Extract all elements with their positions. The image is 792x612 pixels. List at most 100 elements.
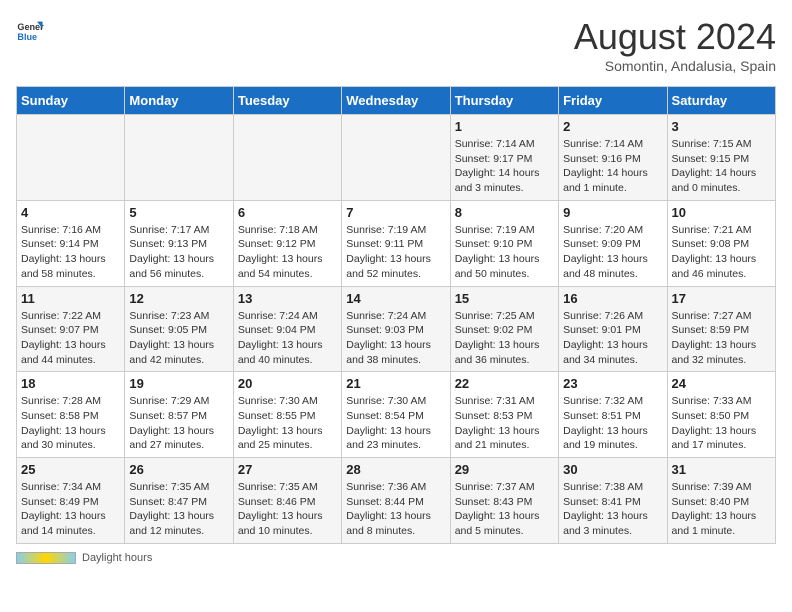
calendar-cell: 1Sunrise: 7:14 AM Sunset: 9:17 PM Daylig… [450, 115, 558, 201]
calendar-cell: 9 Sunrise: 7:20 AM Sunset: 9:09 PM Daylig… [559, 200, 667, 286]
day-info: Sunrise: 7:14 AM Sunset: 9:17 PM Dayligh… [455, 137, 554, 196]
day-number: 30 [563, 462, 662, 477]
day-number: 3 [672, 119, 771, 134]
day-number: 23 [563, 376, 662, 391]
day-info: Sunrise: 7:24 AM Sunset: 9:04 PM Dayligh… [238, 309, 337, 368]
weekday-header: Tuesday [233, 87, 341, 115]
logo-icon: General Blue [16, 16, 44, 44]
day-number: 18 [21, 376, 120, 391]
day-info: Sunrise: 7:24 AM Sunset: 9:03 PM Dayligh… [346, 309, 445, 368]
calendar-cell [342, 115, 450, 201]
calendar-cell: 10 Sunrise: 7:21 AM Sunset: 9:08 PM Dayli… [667, 200, 775, 286]
calendar-cell: 18 Sunrise: 7:28 AM Sunset: 8:58 PM Dayli… [17, 372, 125, 458]
calendar-cell: 3 Sunrise: 7:15 AM Sunset: 9:15 PM Daylig… [667, 115, 775, 201]
calendar-cell: 26 Sunrise: 7:35 AM Sunset: 8:47 PM Dayli… [125, 458, 233, 544]
calendar-cell: 20Sunrise: 7:30 AM Sunset: 8:55 PM Dayli… [233, 372, 341, 458]
calendar-cell: 29Sunrise: 7:37 AM Sunset: 8:43 PM Dayli… [450, 458, 558, 544]
day-number: 25 [21, 462, 120, 477]
calendar-cell: 25 Sunrise: 7:34 AM Sunset: 8:49 PM Dayli… [17, 458, 125, 544]
day-number: 10 [672, 205, 771, 220]
day-info: Sunrise: 7:27 AM Sunset: 8:59 PM Dayligh… [672, 309, 771, 368]
calendar-cell: 22 Sunrise: 7:31 AM Sunset: 8:53 PM Dayli… [450, 372, 558, 458]
calendar-cell: 28 Sunrise: 7:36 AM Sunset: 8:44 PM Dayli… [342, 458, 450, 544]
calendar-cell: 13 Sunrise: 7:24 AM Sunset: 9:04 PM Dayli… [233, 286, 341, 372]
day-number: 8 [455, 205, 554, 220]
calendar-cell: 14 Sunrise: 7:24 AM Sunset: 9:03 PM Dayli… [342, 286, 450, 372]
weekday-header: Sunday [17, 87, 125, 115]
calendar-cell: 23 Sunrise: 7:32 AM Sunset: 8:51 PM Dayli… [559, 372, 667, 458]
day-number: 29 [455, 462, 554, 477]
day-info: Sunrise: 7:39 AM Sunset: 8:40 PM Dayligh… [672, 480, 771, 539]
calendar-cell: 19 Sunrise: 7:29 AM Sunset: 8:57 PM Dayli… [125, 372, 233, 458]
day-number: 14 [346, 291, 445, 306]
day-info: Sunrise: 7:32 AM Sunset: 8:51 PM Dayligh… [563, 394, 662, 453]
calendar-cell: 27 Sunrise: 7:35 AM Sunset: 8:46 PM Dayli… [233, 458, 341, 544]
day-info: Sunrise: 7:15 AM Sunset: 9:15 PM Dayligh… [672, 137, 771, 196]
day-info: Sunrise: 7:33 AM Sunset: 8:50 PM Dayligh… [672, 394, 771, 453]
day-number: 22 [455, 376, 554, 391]
day-number: 9 [563, 205, 662, 220]
calendar-cell: 15 Sunrise: 7:25 AM Sunset: 9:02 PM Dayli… [450, 286, 558, 372]
calendar-cell: 30 Sunrise: 7:38 AM Sunset: 8:41 PM Dayli… [559, 458, 667, 544]
day-info: Sunrise: 7:18 AM Sunset: 9:12 PM Dayligh… [238, 223, 337, 282]
day-number: 17 [672, 291, 771, 306]
day-number: 11 [21, 291, 120, 306]
footer: Daylight hours [16, 552, 776, 564]
daylight-bar [16, 552, 76, 564]
day-info: Sunrise: 7:31 AM Sunset: 8:53 PM Dayligh… [455, 394, 554, 453]
day-info: Sunrise: 7:38 AM Sunset: 8:41 PM Dayligh… [563, 480, 662, 539]
day-info: Sunrise: 7:21 AM Sunset: 9:08 PM Dayligh… [672, 223, 771, 282]
day-info: Sunrise: 7:35 AM Sunset: 8:46 PM Dayligh… [238, 480, 337, 539]
day-info: Sunrise: 7:29 AM Sunset: 8:57 PM Dayligh… [129, 394, 228, 453]
day-info: Sunrise: 7:25 AM Sunset: 9:02 PM Dayligh… [455, 309, 554, 368]
day-number: 5 [129, 205, 228, 220]
day-number: 16 [563, 291, 662, 306]
logo: General Blue [16, 16, 44, 44]
weekday-header: Friday [559, 87, 667, 115]
day-info: Sunrise: 7:35 AM Sunset: 8:47 PM Dayligh… [129, 480, 228, 539]
calendar-cell: 6 Sunrise: 7:18 AM Sunset: 9:12 PM Daylig… [233, 200, 341, 286]
day-info: Sunrise: 7:17 AM Sunset: 9:13 PM Dayligh… [129, 223, 228, 282]
calendar-cell: 17 Sunrise: 7:27 AM Sunset: 8:59 PM Dayli… [667, 286, 775, 372]
calendar-cell: 24 Sunrise: 7:33 AM Sunset: 8:50 PM Dayli… [667, 372, 775, 458]
calendar-cell [233, 115, 341, 201]
day-info: Sunrise: 7:30 AM Sunset: 8:54 PM Dayligh… [346, 394, 445, 453]
day-number: 4 [21, 205, 120, 220]
day-number: 19 [129, 376, 228, 391]
day-number: 2 [563, 119, 662, 134]
day-number: 20 [238, 376, 337, 391]
title-area: August 2024 Somontin, Andalusia, Spain [574, 16, 776, 74]
calendar-cell: 12Sunrise: 7:23 AM Sunset: 9:05 PM Dayli… [125, 286, 233, 372]
day-info: Sunrise: 7:14 AM Sunset: 9:16 PM Dayligh… [563, 137, 662, 196]
day-number: 7 [346, 205, 445, 220]
day-info: Sunrise: 7:36 AM Sunset: 8:44 PM Dayligh… [346, 480, 445, 539]
calendar-table: SundayMondayTuesdayWednesdayThursdayFrid… [16, 86, 776, 544]
day-number: 6 [238, 205, 337, 220]
calendar-cell: 21 Sunrise: 7:30 AM Sunset: 8:54 PM Dayli… [342, 372, 450, 458]
calendar-subtitle: Somontin, Andalusia, Spain [574, 58, 776, 74]
day-number: 21 [346, 376, 445, 391]
day-number: 13 [238, 291, 337, 306]
calendar-cell: 31 Sunrise: 7:39 AM Sunset: 8:40 PM Dayli… [667, 458, 775, 544]
day-number: 27 [238, 462, 337, 477]
day-info: Sunrise: 7:19 AM Sunset: 9:10 PM Dayligh… [455, 223, 554, 282]
day-info: Sunrise: 7:22 AM Sunset: 9:07 PM Dayligh… [21, 309, 120, 368]
calendar-cell [125, 115, 233, 201]
day-info: Sunrise: 7:16 AM Sunset: 9:14 PM Dayligh… [21, 223, 120, 282]
calendar-title: August 2024 [574, 16, 776, 58]
day-number: 24 [672, 376, 771, 391]
day-number: 15 [455, 291, 554, 306]
weekday-header: Saturday [667, 87, 775, 115]
day-info: Sunrise: 7:19 AM Sunset: 9:11 PM Dayligh… [346, 223, 445, 282]
day-number: 26 [129, 462, 228, 477]
weekday-header: Wednesday [342, 87, 450, 115]
day-number: 28 [346, 462, 445, 477]
calendar-cell: 5 Sunrise: 7:17 AM Sunset: 9:13 PM Daylig… [125, 200, 233, 286]
day-number: 12 [129, 291, 228, 306]
day-info: Sunrise: 7:28 AM Sunset: 8:58 PM Dayligh… [21, 394, 120, 453]
day-number: 31 [672, 462, 771, 477]
header: General Blue August 2024 Somontin, Andal… [16, 16, 776, 74]
day-info: Sunrise: 7:20 AM Sunset: 9:09 PM Dayligh… [563, 223, 662, 282]
calendar-cell: 8 Sunrise: 7:19 AM Sunset: 9:10 PM Daylig… [450, 200, 558, 286]
day-info: Sunrise: 7:34 AM Sunset: 8:49 PM Dayligh… [21, 480, 120, 539]
